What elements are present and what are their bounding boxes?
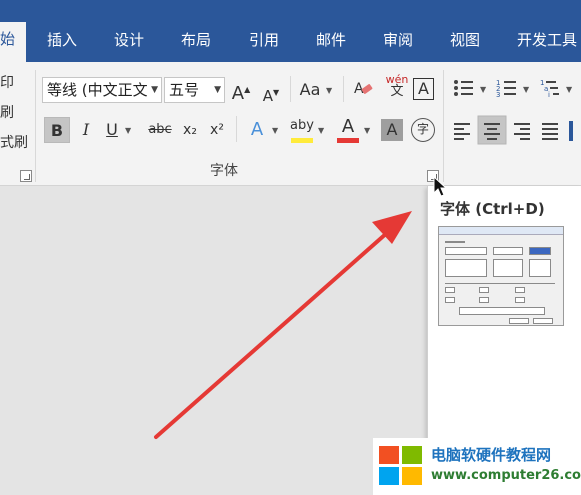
tab-mailings[interactable]: 邮件: [316, 28, 346, 52]
tab-developer[interactable]: 开发工具: [517, 28, 577, 52]
tab-review[interactable]: 审阅: [383, 28, 413, 52]
clipboard-item-2: 刷: [0, 105, 14, 121]
watermark-url: www.computer26.com: [431, 468, 581, 483]
font-size-value: 五号: [169, 81, 200, 99]
chevron-down-icon: ▼: [214, 85, 221, 95]
windows-logo-icon: [379, 446, 422, 485]
underline-button[interactable]: U: [102, 117, 122, 143]
format-painter-label[interactable]: 式刷: [0, 132, 28, 152]
chevron-down-icon[interactable]: ▼: [125, 126, 131, 135]
bullets-icon[interactable]: ▼: [454, 80, 487, 96]
grow-font-button[interactable]: A▲: [230, 77, 252, 104]
numbering-icon[interactable]: 1 2 3 ▼: [496, 79, 530, 99]
change-case-button[interactable]: Aa: [297, 77, 323, 103]
font-dialog-tooltip: 字体 (Ctrl+D): [427, 186, 581, 456]
italic-button[interactable]: I: [76, 117, 96, 143]
clipboard-item-1: 印: [0, 75, 14, 91]
strikethrough-label: abc: [148, 122, 172, 137]
grow-font-label: A: [231, 83, 245, 104]
tab-insert[interactable]: 插入: [47, 28, 77, 52]
svg-text:▼: ▼: [480, 85, 487, 94]
character-shading-label: A: [386, 120, 398, 139]
font-color-label: A: [341, 116, 355, 137]
tooltip-title: 字体 (Ctrl+D): [440, 200, 545, 218]
subscript-label: x₂: [183, 122, 197, 138]
multilevel-list-icon[interactable]: 1 a i ▼: [540, 79, 573, 99]
font-dialog-preview-image: [438, 226, 564, 326]
character-border-button[interactable]: A: [413, 78, 434, 100]
watermark-title: 电脑软硬件教程网: [431, 446, 552, 464]
bold-button[interactable]: B: [44, 117, 70, 143]
phonetic-bottom-label: 文: [390, 84, 404, 99]
chevron-down-icon[interactable]: ▼: [364, 126, 370, 135]
svg-text:3: 3: [496, 91, 500, 99]
superscript-button[interactable]: x²: [207, 117, 227, 143]
font-name-value: 等线 (中文正文: [47, 81, 148, 99]
chevron-down-icon[interactable]: ▼: [326, 86, 332, 95]
tab-references[interactable]: 引用: [249, 28, 279, 52]
group-separator: [35, 70, 36, 182]
character-shading-button[interactable]: A: [381, 119, 403, 141]
chevron-down-icon[interactable]: ▼: [272, 126, 278, 135]
tab-home[interactable]: 始: [0, 22, 26, 62]
font-color-swatch: [337, 138, 359, 143]
ribbon-tab-bar: [0, 0, 581, 62]
highlight-label: aby: [290, 118, 314, 133]
svg-text:▼: ▼: [523, 85, 530, 94]
phonetic-guide-button[interactable]: wén 文: [385, 74, 409, 104]
shrink-font-label: A: [262, 87, 274, 105]
text-effects-button[interactable]: A: [245, 117, 269, 143]
font-size-combo[interactable]: 五号 ▼: [164, 77, 225, 103]
toolbar-separator: [236, 116, 237, 142]
underline-label: U: [106, 120, 118, 139]
tab-design[interactable]: 设计: [114, 28, 144, 52]
shrink-font-button[interactable]: A▼: [260, 80, 282, 106]
align-right-icon[interactable]: [514, 123, 530, 140]
character-border-label: A: [418, 79, 429, 98]
italic-label: I: [82, 120, 90, 139]
clear-formatting-button[interactable]: A: [351, 77, 377, 103]
highlight-swatch: [291, 138, 313, 143]
svg-text:▼: ▼: [566, 85, 573, 94]
tab-view[interactable]: 视图: [450, 28, 480, 52]
chevron-down-icon[interactable]: ▼: [318, 126, 324, 135]
clipboard-group-clip: 印 刷 式刷: [0, 62, 32, 186]
align-left-icon[interactable]: [454, 123, 470, 140]
text-effects-label: A: [250, 119, 264, 140]
bold-label: B: [50, 121, 64, 140]
highlight-button[interactable]: aby: [289, 115, 315, 145]
subscript-button[interactable]: x₂: [180, 117, 200, 143]
group-separator: [443, 70, 444, 182]
justify-icon[interactable]: [542, 123, 558, 140]
site-watermark: 电脑软硬件教程网 www.computer26.com: [373, 438, 581, 495]
tab-layout[interactable]: 布局: [181, 28, 211, 52]
toolbar-separator: [343, 76, 344, 102]
strikethrough-button[interactable]: abc: [146, 117, 174, 143]
distributed-icon[interactable]: [569, 121, 573, 141]
change-case-label: Aa: [299, 80, 321, 99]
font-group-label: 字体: [210, 163, 238, 179]
svg-text:i: i: [548, 91, 550, 99]
paragraph-group-icons: ▼ 1 2 3 ▼ 1 a i ▼: [454, 79, 573, 145]
font-name-combo[interactable]: 等线 (中文正文 ▼: [42, 77, 162, 103]
clear-formatting-icon: A: [354, 81, 373, 97]
toolbar-separator: [290, 76, 291, 102]
mouse-cursor-icon: [433, 176, 448, 197]
tab-home-label: 始: [0, 30, 16, 48]
enclose-characters-label: 字: [416, 122, 429, 136]
font-color-button[interactable]: A: [336, 115, 360, 145]
enclose-characters-button[interactable]: 字: [411, 118, 435, 142]
superscript-label: x²: [210, 122, 224, 138]
clipboard-dialog-launcher-icon[interactable]: [20, 170, 32, 182]
chevron-down-icon: ▼: [151, 85, 158, 95]
